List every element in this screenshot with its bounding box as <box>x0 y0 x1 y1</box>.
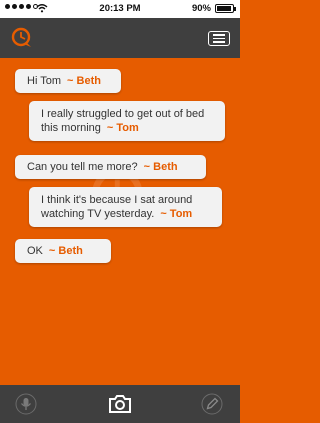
status-bar: 20:13 PM 90% <box>0 0 240 18</box>
message-text: OK <box>27 245 43 257</box>
message-bubble: I really struggled to get out of bed thi… <box>29 101 225 141</box>
microphone-icon <box>15 393 37 415</box>
message-author: ~ Beth <box>67 75 101 87</box>
chat-area: Hi Tom ~ Beth I really struggled to get o… <box>0 58 240 385</box>
camera-icon <box>109 395 131 413</box>
message-text: Can you tell me more? <box>27 161 138 173</box>
camera-button[interactable] <box>107 391 133 417</box>
menu-icon[interactable] <box>208 31 230 46</box>
message-bubble: Hi Tom ~ Beth <box>15 69 121 93</box>
bottom-toolbar <box>0 385 240 423</box>
battery-icon <box>215 4 236 13</box>
message-author: ~ Tom <box>106 122 139 134</box>
edit-button[interactable] <box>200 392 224 416</box>
message-bubble: I think it's because I sat around watchi… <box>29 187 222 227</box>
microphone-button[interactable] <box>14 392 38 416</box>
message-author: ~ Tom <box>160 208 193 220</box>
message-bubble: OK ~ Beth <box>15 239 111 263</box>
message-author: ~ Beth <box>48 245 83 257</box>
message-author: ~ Beth <box>143 161 178 173</box>
pencil-icon <box>201 393 223 415</box>
message-text: Hi Tom <box>27 75 62 87</box>
app-header <box>0 18 240 58</box>
message-bubble: Can you tell me more? ~ Beth <box>15 155 206 179</box>
chat-logo-icon[interactable] <box>10 27 34 49</box>
battery-percent: 90% <box>191 3 211 14</box>
